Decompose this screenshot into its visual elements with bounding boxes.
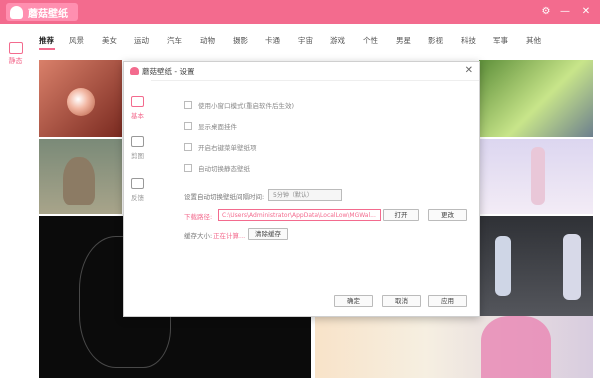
tab-photography[interactable]: 摄影 xyxy=(233,35,248,46)
tab-sports[interactable]: 运动 xyxy=(134,35,149,46)
cache-size-status: 正在计算... xyxy=(213,232,246,240)
clear-cache-button[interactable]: 清除缓存 xyxy=(248,228,288,240)
gear-icon[interactable]: ⚙ xyxy=(540,6,552,18)
option-small-window[interactable]: 使用小窗口模式(重启软件后生效) xyxy=(184,100,294,110)
settings-nav-label: 基本 xyxy=(131,112,144,120)
tab-male-stars[interactable]: 男星 xyxy=(396,35,411,46)
interval-select[interactable]: 5分钟（默认） xyxy=(268,189,342,201)
tab-personality[interactable]: 个性 xyxy=(363,35,378,46)
tab-universe[interactable]: 宇宙 xyxy=(298,35,313,46)
tab-tech[interactable]: 科技 xyxy=(461,35,476,46)
cancel-button[interactable]: 取消 xyxy=(382,295,421,307)
option-auto-switch[interactable]: 自动切换静态壁纸 xyxy=(184,163,250,173)
image-icon xyxy=(8,42,23,54)
app-name: 蘑菇壁纸 xyxy=(28,8,68,20)
anime-figure xyxy=(481,316,551,378)
app-logo: 蘑菇壁纸 xyxy=(6,3,78,21)
edit-icon xyxy=(131,178,144,189)
change-button[interactable]: 更改 xyxy=(428,209,467,221)
interval-label: 设置自动切换壁纸间隔时间: xyxy=(184,193,265,201)
settings-content: 使用小窗口模式(重启软件后生效) 显示桌面挂件 开启右键菜单壁纸项 自动切换静态… xyxy=(151,80,479,316)
cache-size-label: 缓存大小: xyxy=(184,232,213,240)
wallpaper-thumbnail[interactable] xyxy=(39,60,122,137)
tab-cars[interactable]: 汽车 xyxy=(167,35,182,46)
wallpaper-thumbnail[interactable] xyxy=(479,216,593,316)
wallpaper-thumbnail[interactable] xyxy=(315,316,593,378)
anime-figure xyxy=(495,236,511,296)
option-label: 使用小窗口模式(重启软件后生效) xyxy=(198,102,295,110)
checkbox[interactable] xyxy=(184,164,192,172)
active-tab-indicator xyxy=(39,48,55,50)
settings-nav-label: 反馈 xyxy=(131,194,144,202)
tab-games[interactable]: 游戏 xyxy=(330,35,345,46)
crop-icon xyxy=(131,136,144,147)
title-bar: 蘑菇壁纸 ⚙ — ✕ xyxy=(0,0,600,24)
sidebar-item-label: 静态 xyxy=(8,57,23,65)
settings-nav-feedback[interactable]: 反馈 xyxy=(124,178,151,202)
checkbox[interactable] xyxy=(184,122,192,130)
mushroom-icon xyxy=(10,5,23,19)
settings-nav-basic[interactable]: 基本 xyxy=(124,96,151,120)
dialog-title-bar: 蘑菇壁纸 - 设置 ✕ xyxy=(124,62,479,81)
option-desktop-widget[interactable]: 显示桌面挂件 xyxy=(184,121,237,131)
tab-cartoon[interactable]: 卡通 xyxy=(265,35,280,46)
dialog-close-button[interactable]: ✕ xyxy=(465,65,473,76)
option-label: 自动切换静态壁纸 xyxy=(198,165,250,173)
ok-button[interactable]: 确定 xyxy=(334,295,373,307)
settings-nav-label: 剪图 xyxy=(131,152,144,160)
wallpaper-thumbnail[interactable] xyxy=(479,139,593,214)
option-label: 开启右键菜单壁纸项 xyxy=(198,144,257,152)
tab-animals[interactable]: 动物 xyxy=(200,35,215,46)
option-context-menu[interactable]: 开启右键菜单壁纸项 xyxy=(184,142,257,152)
download-path-label: 下载路径: xyxy=(184,213,213,221)
layers-icon xyxy=(131,96,144,107)
cat-figure xyxy=(63,157,95,205)
checkbox[interactable] xyxy=(184,101,192,109)
category-tabs: 推荐 风景 美女 运动 汽车 动物 摄影 卡通 宇宙 游戏 个性 男星 影视 科… xyxy=(31,24,600,54)
tab-military[interactable]: 军事 xyxy=(493,35,508,46)
download-path-field[interactable]: C:\Users\Administrator\AppData\LocalLow\… xyxy=(218,209,381,221)
tab-other[interactable]: 其他 xyxy=(526,35,541,46)
tab-movies[interactable]: 影视 xyxy=(428,35,443,46)
glass-orb xyxy=(67,88,95,116)
apply-button[interactable]: 应用 xyxy=(428,295,467,307)
minimize-button[interactable]: — xyxy=(559,6,571,18)
anime-figure xyxy=(531,147,545,205)
settings-nav-crop[interactable]: 剪图 xyxy=(124,136,151,160)
settings-dialog: 蘑菇壁纸 - 设置 ✕ 基本 剪图 反馈 使用小窗口模式(重启软件后生效) 显示… xyxy=(123,61,480,317)
option-label: 显示桌面挂件 xyxy=(198,123,237,131)
mushroom-icon xyxy=(130,67,139,75)
tab-scenery[interactable]: 风景 xyxy=(69,35,84,46)
settings-nav: 基本 剪图 反馈 xyxy=(124,80,151,316)
sidebar: 静态 xyxy=(0,24,31,378)
close-button[interactable]: ✕ xyxy=(580,6,592,18)
sidebar-item-static[interactable]: 静态 xyxy=(0,42,31,66)
tab-recommend[interactable]: 推荐 xyxy=(39,35,54,46)
tab-beauty[interactable]: 美女 xyxy=(102,35,117,46)
wallpaper-thumbnail[interactable] xyxy=(39,139,122,214)
wallpaper-thumbnail[interactable] xyxy=(479,60,593,137)
dialog-title: 蘑菇壁纸 - 设置 xyxy=(142,67,195,76)
anime-figure xyxy=(563,234,581,300)
open-button[interactable]: 打开 xyxy=(383,209,419,221)
checkbox[interactable] xyxy=(184,143,192,151)
